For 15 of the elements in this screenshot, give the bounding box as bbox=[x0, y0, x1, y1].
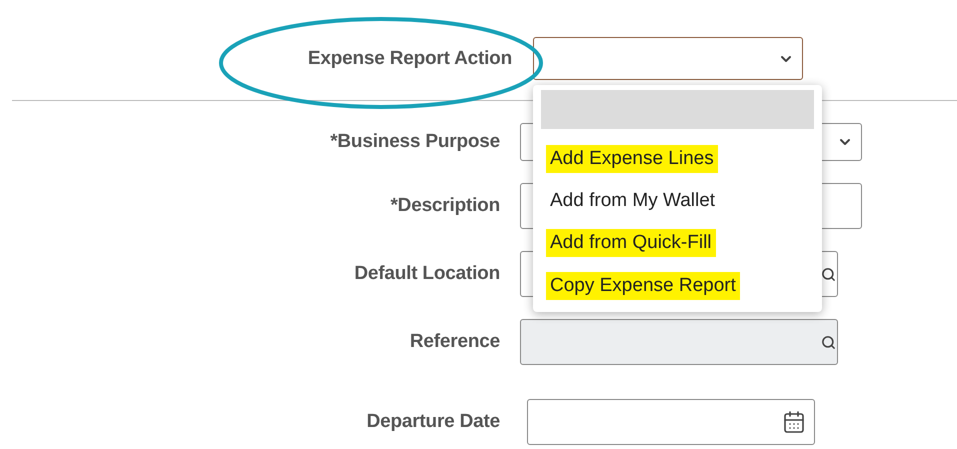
field-label: *Business Purpose bbox=[330, 131, 500, 153]
field-label: Reference bbox=[410, 331, 500, 353]
date-field[interactable] bbox=[527, 399, 815, 445]
calendar-icon bbox=[782, 410, 806, 434]
menu-option[interactable]: Add Expense Lines bbox=[546, 144, 718, 173]
menu-option[interactable]: Add from My Wallet bbox=[546, 186, 720, 215]
field-label: Expense Report Action bbox=[308, 48, 512, 70]
search-icon bbox=[821, 266, 836, 282]
menu-option[interactable]: Copy Expense Report bbox=[546, 272, 740, 300]
search-icon bbox=[821, 334, 836, 350]
field-label: Departure Date bbox=[366, 411, 500, 433]
field-label: *Description bbox=[390, 195, 500, 217]
field-label: Default Location bbox=[354, 263, 500, 285]
action-select[interactable] bbox=[533, 37, 803, 80]
menu-option[interactable]: Add from Quick-Fill bbox=[546, 229, 716, 258]
